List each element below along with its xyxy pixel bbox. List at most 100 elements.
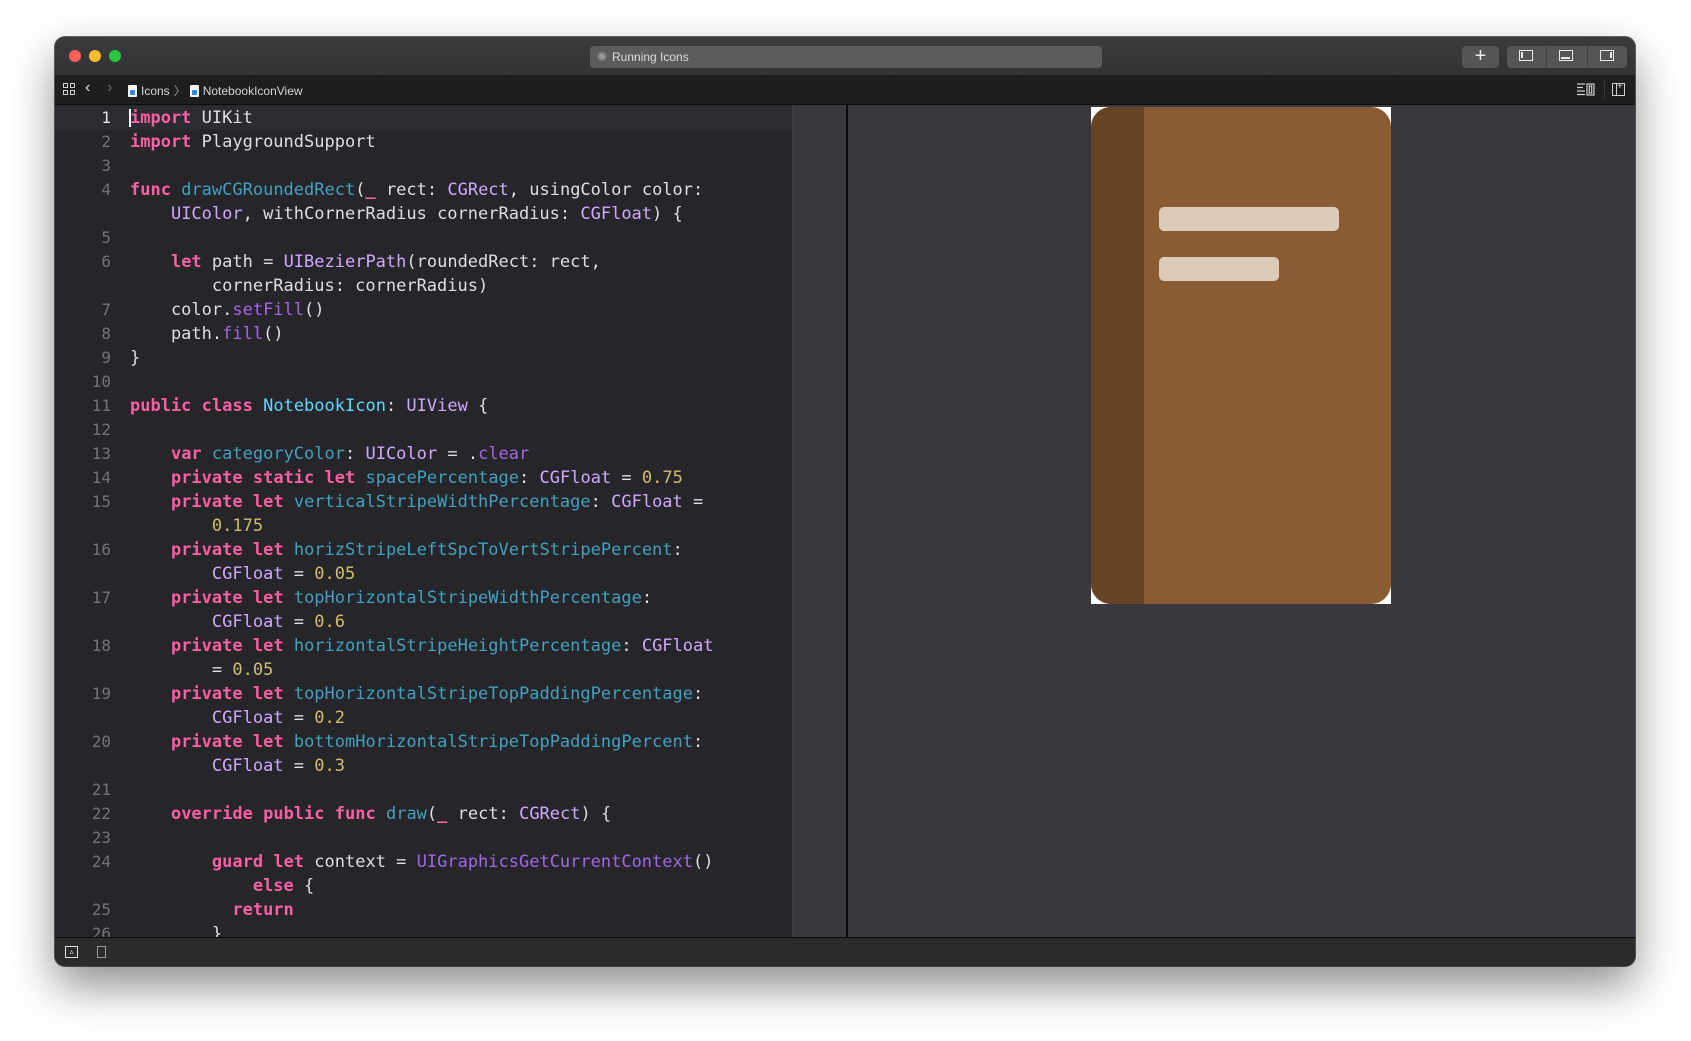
code-line[interactable]: 16 private let horizStripeLeftSpcToVertS… [55, 538, 792, 562]
code-token-pl: () [692, 852, 714, 872]
code-line[interactable]: 10 [55, 370, 792, 394]
line-number: 21 [91, 780, 111, 799]
code-token-ty: CGRect [447, 180, 509, 200]
code-line[interactable]: 22 override public func draw(_ rect: CGR… [55, 802, 792, 826]
code-token-ty: UIColor [170, 204, 243, 224]
code-line[interactable]: 9} [55, 346, 792, 370]
code-line[interactable]: 11 public class NotebookIcon: UIView { [55, 394, 792, 418]
code-token-num: 0.2 [314, 708, 345, 728]
code-line[interactable]: 2 import PlaygroundSupport [55, 130, 792, 154]
breadcrumb-item-icons[interactable]: Icons [141, 84, 170, 98]
code-line[interactable]: 19 private let topHorizontalStripeTopPad… [55, 682, 792, 706]
line-number: 4 [101, 180, 111, 199]
zoom-window-button[interactable] [109, 50, 121, 62]
code-line[interactable]: 15 private let verticalStripeWidthPercen… [55, 490, 792, 514]
code-token-kw: private [170, 588, 243, 608]
code-token-kw: public [130, 396, 192, 416]
code-line[interactable]: UIColor, withCornerRadius cornerRadius: … [55, 202, 792, 226]
live-view-toggle-icon[interactable] [97, 946, 106, 958]
code-token-kw: private [170, 732, 243, 752]
code-token-pl: () [263, 324, 284, 344]
line-number: 6 [101, 252, 111, 271]
code-line[interactable]: = 0.05 [55, 658, 792, 682]
code-token-ty: UIView [406, 396, 468, 416]
code-line[interactable]: 8 path.fill() [55, 322, 792, 346]
code-line[interactable]: 24 guard let context = UIGraphicsGetCurr… [55, 850, 792, 874]
code-line[interactable]: 26 } [55, 922, 792, 937]
code-token-kw: var [170, 444, 202, 464]
forward-chevron-icon[interactable]: › [107, 79, 112, 97]
close-window-button[interactable] [69, 50, 81, 62]
toggle-inspectors-button[interactable] [1586, 46, 1627, 68]
code-line[interactable]: 14 private static let spacePercentage: C… [55, 466, 792, 490]
code-line[interactable]: cornerRadius: cornerRadius) [55, 274, 792, 298]
code-line[interactable]: else { [55, 874, 792, 898]
add-library-button[interactable]: + [1462, 46, 1499, 68]
code-line[interactable]: 3 [55, 154, 792, 178]
code-line[interactable]: 0.175 [55, 514, 792, 538]
xcode-playground-window: ✺ Running Icons + ‹ › Icons 〉 NotebookIc… [55, 37, 1635, 966]
notebook-top-stripe [1159, 207, 1339, 231]
code-token-decl: drawCGRoundedRect [181, 180, 356, 200]
related-items-grid-icon[interactable] [63, 83, 76, 96]
results-sidebar [792, 105, 847, 937]
code-token-kw: override [170, 804, 253, 824]
code-line[interactable]: 4 func drawCGRoundedRect(_ rect: CGRect, … [55, 178, 792, 202]
code-line[interactable]: CGFloat = 0.6 [55, 610, 792, 634]
add-editor-icon[interactable] [1612, 81, 1625, 96]
toggle-debug-area-icon[interactable]: ▵ [65, 946, 78, 958]
code-token-kw: let [170, 252, 202, 272]
code-line[interactable]: 13 var categoryColor: UIColor = .clear [55, 442, 792, 466]
minimize-window-button[interactable] [89, 50, 101, 62]
code-token-ty: CGFloat [539, 468, 612, 488]
code-line[interactable]: CGFloat = 0.05 [55, 562, 792, 586]
editor-options-icon[interactable] [1577, 83, 1597, 97]
code-text: guard let context = UIGraphicsGetCurrent… [130, 850, 714, 874]
code-text: 0.175 [130, 514, 263, 538]
notebook-bottom-stripe [1159, 257, 1279, 281]
code-line[interactable]: 18 private let horizontalStripeHeightPer… [55, 634, 792, 658]
line-number: 3 [101, 156, 111, 175]
line-number: 11 [91, 396, 111, 415]
code-token-pl: : [519, 468, 540, 488]
code-token-pl: ) { [580, 804, 612, 824]
code-token-pl: rect: [375, 180, 448, 200]
code-token-fn: UIGraphicsGetCurrentContext [416, 852, 693, 872]
code-line[interactable]: 6 let path = UIBezierPath(roundedRect: r… [55, 250, 792, 274]
code-line[interactable]: 20 private let bottomHorizontalStripeTop… [55, 730, 792, 754]
source-editor[interactable]: 1 import UIKit 2 import PlaygroundSupport 3 4… [55, 105, 792, 937]
code-token-decl: topHorizontalStripeTopPaddingPercentage [293, 684, 693, 704]
code-line[interactable]: 7 color.setFill() [55, 298, 792, 322]
code-token-decl: spacePercentage [365, 468, 520, 488]
code-line[interactable]: 25 return [55, 898, 792, 922]
line-number: 19 [91, 684, 111, 703]
code-text: private static let spacePercentage: CGFl… [130, 466, 683, 490]
code-line[interactable]: 1 import UIKit [55, 106, 792, 130]
code-line[interactable]: CGFloat = 0.2 [55, 706, 792, 730]
code-line[interactable]: CGFloat = 0.3 [55, 754, 792, 778]
code-line[interactable]: 5 [55, 226, 792, 250]
toggle-debug-area-button[interactable] [1546, 46, 1586, 68]
back-chevron-icon[interactable]: ‹ [85, 79, 90, 97]
code-token-pl: : [693, 732, 704, 752]
code-text: private let horizontalStripeHeightPercen… [130, 634, 714, 658]
code-token-ty: UIBezierPath [283, 252, 407, 272]
code-line[interactable]: 21 [55, 778, 792, 802]
code-line[interactable]: 17 private let topHorizontalStripeWidthP… [55, 586, 792, 610]
code-token-kw: let [273, 852, 305, 872]
code-line[interactable]: 23 [55, 826, 792, 850]
code-token-kw: private [170, 684, 243, 704]
toggle-navigator-button[interactable] [1507, 46, 1546, 68]
code-text: CGFloat = 0.6 [130, 610, 345, 634]
code-token-pl: color. [130, 300, 233, 320]
code-line[interactable]: 12 [55, 418, 792, 442]
breadcrumb-item-notebookiconview[interactable]: NotebookIconView [203, 84, 303, 98]
code-token-decl: verticalStripeWidthPercentage [293, 492, 591, 512]
